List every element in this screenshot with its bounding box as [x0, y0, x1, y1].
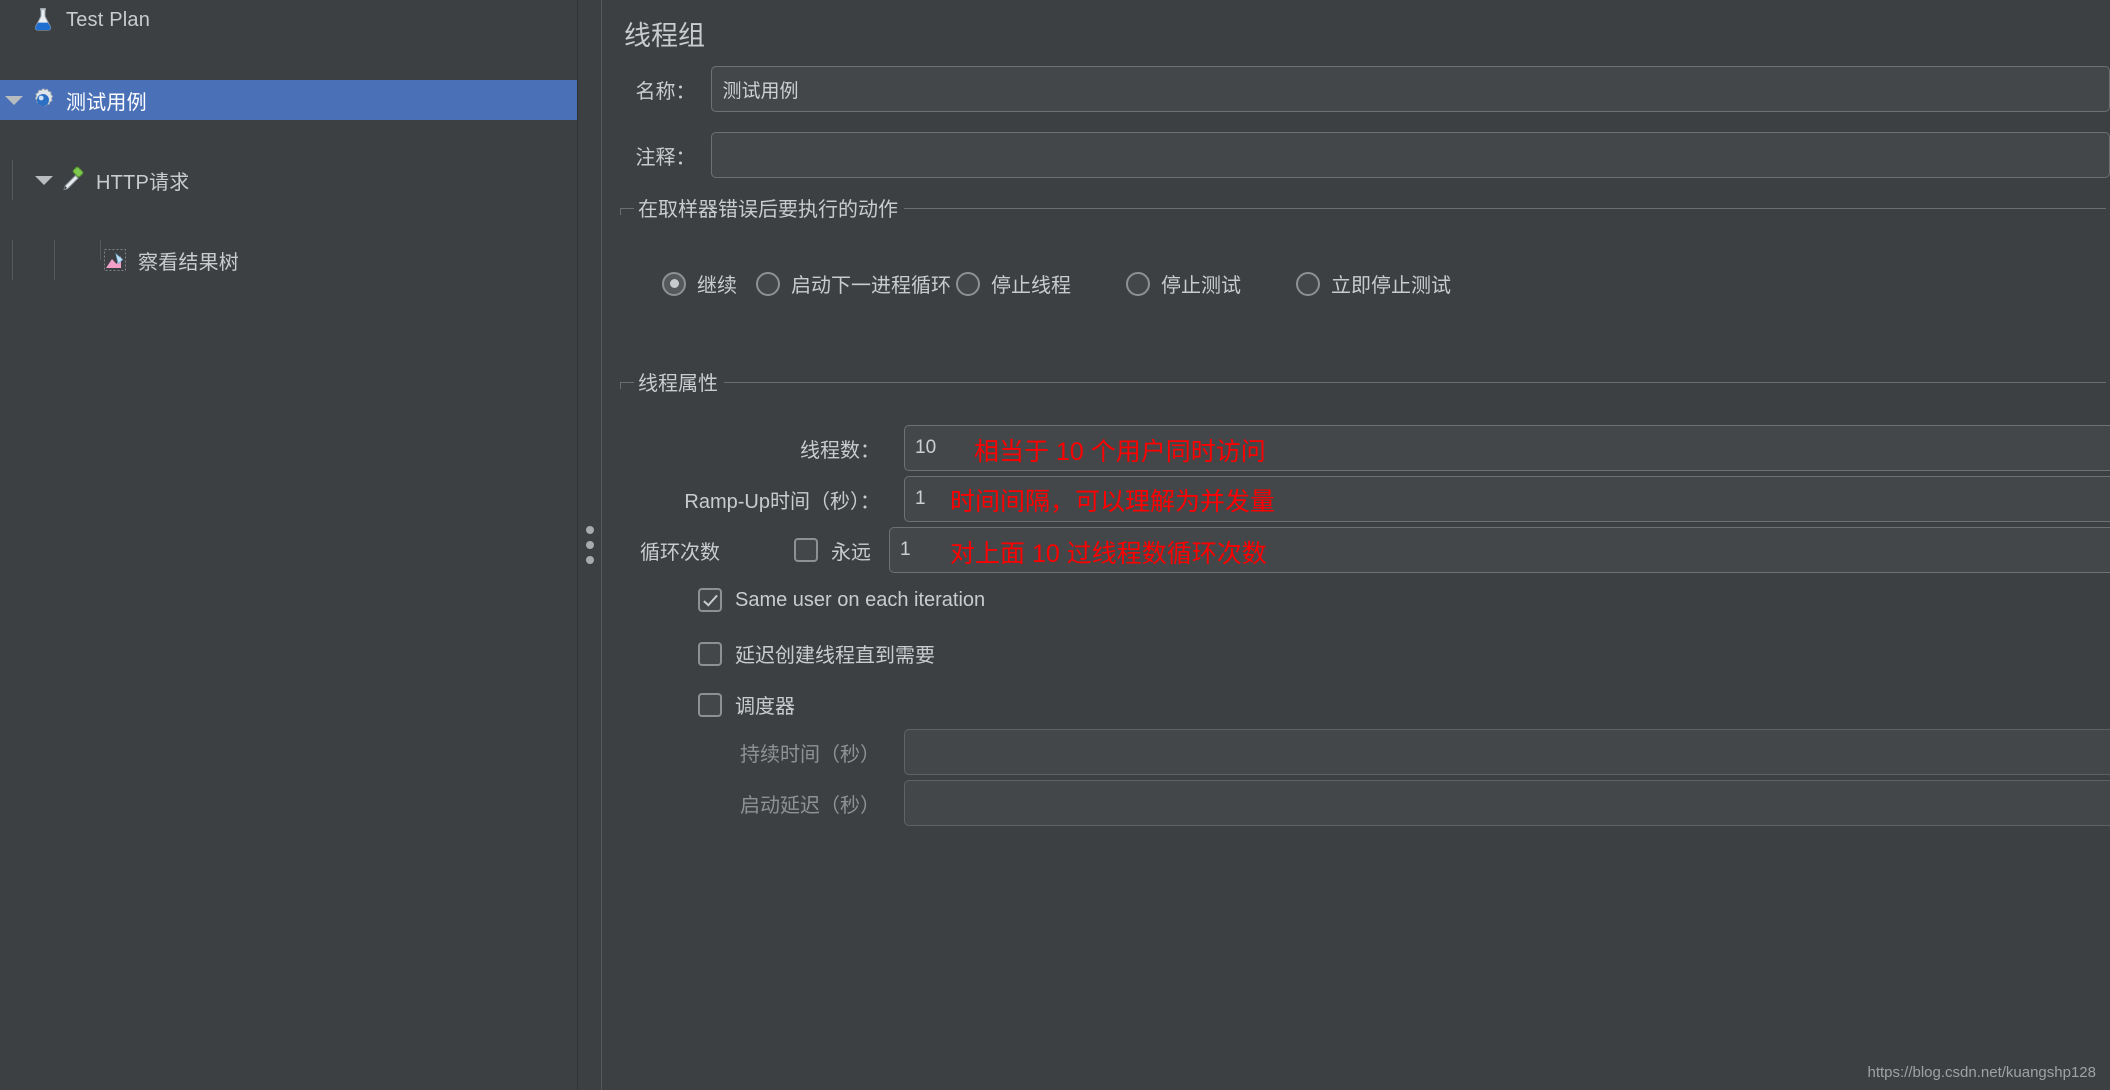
- forever-checkbox[interactable]: 永远: [794, 536, 871, 565]
- duration-label: 持续时间（秒）: [740, 743, 880, 766]
- group-corner: [620, 208, 621, 215]
- radio-indicator: [956, 271, 980, 296]
- duration-row: 持续时间（秒）: [620, 729, 2110, 775]
- comment-field-row: 注释：: [602, 132, 2110, 178]
- scheduler-checkbox-label: 调度器: [735, 696, 795, 718]
- same-user-checkbox[interactable]: Same user on each iteration: [698, 588, 985, 612]
- group-corner: [620, 382, 621, 389]
- page-title: 线程组: [624, 21, 705, 51]
- tree-expand-toggle[interactable]: [30, 160, 58, 200]
- ramp-up-label: Ramp-Up时间（秒）：: [684, 490, 880, 513]
- radio-label: 继续: [697, 275, 737, 297]
- name-field-row: 名称：: [602, 66, 2110, 112]
- error-action-group-legend: 在取样器错误后要执行的动作: [634, 193, 904, 222]
- ramp-up-row: Ramp-Up时间（秒）：: [620, 476, 2110, 522]
- thread-count-annotation: 相当于 10 个用户同时访问: [974, 438, 1266, 466]
- tree-item-view-results-tree[interactable]: 察看结果树: [0, 240, 577, 280]
- watermark: https://blog.csdn.net/kuangshp128: [1867, 1064, 2096, 1081]
- tree-expand-toggle[interactable]: [0, 80, 28, 120]
- ramp-up-annotation: 时间间隔，可以理解为并发量: [950, 488, 1276, 516]
- tree-item-thread-group[interactable]: 测试用例: [0, 80, 577, 120]
- same-user-checkbox-label: Same user on each iteration: [735, 588, 986, 611]
- radio-label: 立即停止测试: [1331, 275, 1451, 297]
- radio-indicator: [662, 271, 686, 296]
- startup-delay-label: 启动延迟（秒）: [740, 794, 880, 817]
- error-action-group: 在取样器错误后要执行的动作 继续 启动下一进程循环 停止线程 停止测试 立即停止…: [620, 193, 2106, 318]
- loop-count-label: 循环次数: [640, 541, 720, 564]
- tree-guide-line: [12, 160, 13, 200]
- tree-guide-line: [12, 240, 13, 280]
- name-field-label: 名称：: [635, 80, 696, 103]
- forever-checkbox-label: 永远: [831, 541, 871, 564]
- tree-item-test-plan[interactable]: Test Plan: [0, 0, 577, 40]
- radio-start-next-loop[interactable]: 启动下一进程循环: [756, 269, 951, 298]
- pipette-icon: [58, 165, 88, 195]
- checkbox-indicator: [698, 641, 722, 666]
- gear-icon: [28, 85, 58, 115]
- delay-thread-creation-label: 延迟创建线程直到需要: [735, 645, 935, 667]
- jmeter-window: Test Plan 测试用例 HTTP请求 察看结果树 线程组 名称： 测试用例…: [0, 0, 2110, 1090]
- comment-field-label: 注释：: [635, 146, 696, 169]
- chevron-down-icon: [5, 95, 23, 105]
- comment-input[interactable]: [711, 132, 2110, 178]
- tree-item-http-request[interactable]: HTTP请求: [0, 160, 577, 200]
- panel-splitter[interactable]: [578, 0, 602, 1090]
- thread-properties-group-legend: 线程属性: [634, 367, 724, 396]
- radio-stop-test[interactable]: 停止测试: [1126, 269, 1241, 298]
- tree-item-label: HTTP请求: [96, 171, 190, 194]
- chevron-down-icon: [35, 175, 53, 185]
- thread-properties-group: 线程属性 线程数： 相当于 10 个用户同时访问 Ramp-Up时间（秒）： 时…: [620, 367, 2110, 862]
- splitter-grip-icon: [585, 526, 594, 564]
- scheduler-checkbox[interactable]: 调度器: [698, 690, 795, 719]
- radio-indicator: [1296, 271, 1320, 296]
- radio-indicator: [756, 271, 780, 296]
- startup-delay-input[interactable]: [904, 780, 2110, 826]
- flask-icon: [28, 5, 58, 35]
- loop-count-row: 循环次数 永远: [620, 527, 2110, 573]
- thread-count-label: 线程数：: [800, 439, 880, 462]
- checkbox-indicator: [698, 692, 722, 717]
- radio-stop-test-now[interactable]: 立即停止测试: [1296, 269, 1451, 298]
- thread-group-config-panel: 线程组 名称： 注释： 在取样器错误后要执行的动作 继续 启动下一进程循环: [602, 0, 2110, 1090]
- tree-toggle-placeholder: [0, 0, 28, 40]
- tree-guides: [0, 160, 30, 200]
- tree-toggle-placeholder: [72, 240, 100, 280]
- tree-item-label: 测试用例: [66, 91, 147, 114]
- radio-label: 启动下一进程循环: [791, 275, 951, 297]
- radio-stop-thread[interactable]: 停止线程: [956, 269, 1071, 298]
- loop-count-annotation: 对上面 10 过线程数循环次数: [950, 540, 1267, 568]
- radio-indicator: [1126, 271, 1150, 296]
- startup-delay-row: 启动延迟（秒）: [620, 780, 2110, 826]
- name-input[interactable]: [711, 66, 2110, 112]
- results-tree-icon: [100, 245, 130, 275]
- duration-input[interactable]: [904, 729, 2110, 775]
- delay-thread-creation-checkbox[interactable]: 延迟创建线程直到需要: [698, 639, 935, 668]
- tree-item-label: Test Plan: [66, 8, 151, 31]
- group-divider: [620, 382, 2106, 383]
- checkbox-indicator: [698, 588, 722, 612]
- checkbox-indicator: [794, 538, 818, 562]
- thread-count-row: 线程数：: [620, 425, 2110, 471]
- tree-guide-line: [54, 240, 55, 280]
- radio-continue[interactable]: 继续: [662, 269, 737, 298]
- radio-label: 停止测试: [1161, 275, 1241, 297]
- radio-label: 停止线程: [991, 275, 1071, 297]
- test-plan-tree-panel: Test Plan 测试用例 HTTP请求 察看结果树: [0, 0, 578, 1090]
- tree-item-label: 察看结果树: [138, 251, 239, 274]
